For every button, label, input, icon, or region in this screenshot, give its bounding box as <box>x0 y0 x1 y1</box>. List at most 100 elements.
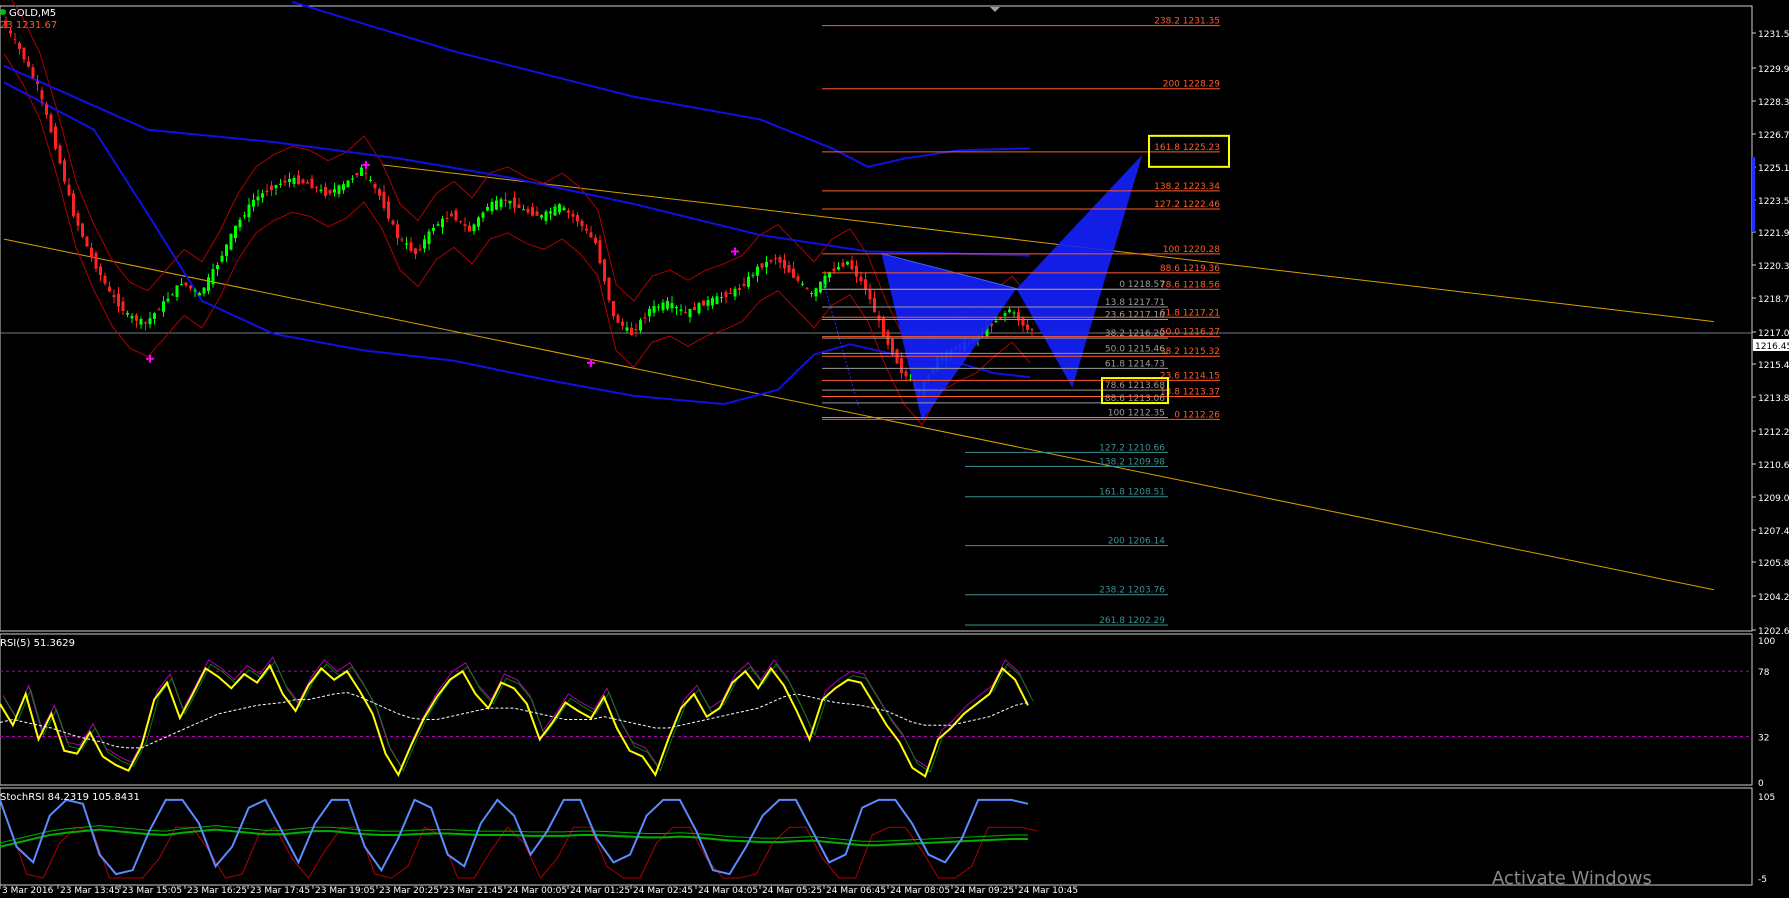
candle-body <box>630 327 633 336</box>
candle-body <box>900 358 903 373</box>
candle-body <box>274 185 278 189</box>
candle-body <box>468 225 471 232</box>
candle-body <box>49 114 53 133</box>
time-tick-label: 24 Mar 08:05 <box>890 886 950 894</box>
candle-body <box>688 308 692 318</box>
rsi-axis-label: 100 <box>1758 637 1775 647</box>
candle-body <box>310 178 314 189</box>
stoch-main-line <box>0 798 1029 876</box>
candle-body <box>1008 309 1011 313</box>
fib-lower-label: 238.2 1203.76 <box>1099 586 1165 596</box>
fib-upper-label: 100 1220.28 <box>1163 245 1221 255</box>
candle-body <box>1012 312 1016 314</box>
candle-body <box>67 184 71 196</box>
candle-body <box>603 259 606 282</box>
candle-body <box>648 308 651 317</box>
candle-body <box>382 191 386 209</box>
candle-body <box>810 293 813 295</box>
price-chart-svg[interactable]: 238.2 1231.35 200 1228.29 161.8 1225.23 138… <box>0 0 1789 896</box>
candle-body <box>409 242 413 251</box>
candle-body <box>90 247 93 258</box>
time-tick-label: 24 Mar 05:25 <box>762 886 822 894</box>
fib-upper-label: 38.2 1215.32 <box>1160 347 1220 357</box>
candle-body <box>738 287 741 290</box>
time-tick-label: 24 Mar 00:05 <box>507 886 567 894</box>
price-tick-label: 1231.5 <box>1758 30 1789 40</box>
price-tick-label: 1202.6 <box>1758 627 1789 637</box>
rsi-shadow-magenta <box>2 656 1032 769</box>
candle-body <box>891 338 894 355</box>
price-tick-label: 1209.0 <box>1758 494 1789 504</box>
candle-body <box>472 224 476 232</box>
rsi-pane-frame <box>0 633 1753 786</box>
candle-body <box>130 315 134 319</box>
time-tick-label: 23 Mar 20:25 <box>379 886 439 894</box>
candle-body <box>229 233 233 250</box>
candle-body <box>58 145 62 164</box>
candle-body <box>702 300 705 306</box>
candle-body <box>432 227 435 231</box>
candle-body <box>783 259 786 269</box>
candle-body <box>355 173 359 176</box>
candle-body <box>643 317 647 319</box>
chart-shift-icon[interactable] <box>990 7 1000 12</box>
candle-body <box>364 172 368 174</box>
fib-lower-label: 100 1212.35 <box>1108 409 1165 419</box>
candle-body <box>171 294 174 296</box>
price-tick-label: 1226.7 <box>1758 131 1789 141</box>
candle-body <box>567 210 570 213</box>
fractal-marker <box>362 160 370 169</box>
candle-body <box>778 257 782 263</box>
candle-body <box>801 283 804 285</box>
fib-upper-label: 61.8 1217.21 <box>1160 308 1220 318</box>
candle-body <box>549 211 552 214</box>
price-axis: 1231.5 1229.9 1228.3 1226.7 1225.1 1223.5 1221… <box>1752 30 1789 885</box>
candle-body <box>760 263 764 268</box>
time-tick-label: 3 Mar 2016 <box>2 886 54 894</box>
candle-body <box>904 371 908 377</box>
candle-body <box>40 90 44 100</box>
candle-body <box>553 206 557 216</box>
candle-body <box>31 67 35 78</box>
candle-body <box>832 268 836 272</box>
candle-body <box>337 185 341 194</box>
fib-upper-label: 127.2 1222.46 <box>1154 200 1220 210</box>
time-tick-label: 24 Mar 02:45 <box>633 886 693 894</box>
price-tick-label: 1220.3 <box>1758 262 1789 272</box>
candle-body <box>234 225 237 239</box>
candle-body <box>868 289 872 300</box>
fib-lower-label: 38.2 1216.20 <box>1105 329 1165 339</box>
candle-body <box>324 186 327 196</box>
price-tick-label: 1223.5 <box>1758 197 1789 207</box>
candle-body <box>400 239 404 241</box>
stoch-pane-frame <box>0 787 1753 886</box>
candle-body <box>864 279 867 290</box>
candle-body <box>427 231 431 244</box>
candle-body <box>279 183 282 185</box>
candle-body <box>211 269 215 285</box>
price-tag-label: 23 1231.67 <box>0 20 57 31</box>
candle-body <box>247 204 251 218</box>
candle-body <box>189 285 192 289</box>
candle-body <box>396 224 399 239</box>
trading-chart[interactable]: 238.2 1231.35 200 1228.29 161.8 1225.23 138… <box>0 0 1789 896</box>
candle-body <box>405 243 408 245</box>
price-tick-label: 1228.3 <box>1758 98 1789 108</box>
stoch-label: StochRSI 84.2319 105.8431 <box>0 792 140 803</box>
candle-body <box>657 306 660 308</box>
candle-body <box>85 236 89 247</box>
candle-body <box>112 295 116 298</box>
candle-body <box>162 301 165 312</box>
candle-body <box>27 61 30 67</box>
candle-body <box>270 185 273 191</box>
time-tick-label: 23 Mar 17:45 <box>250 886 310 894</box>
price-tick-label: 1229.9 <box>1758 65 1789 75</box>
candle-body <box>850 260 854 270</box>
candle-body <box>54 126 57 149</box>
stoch-axis-label: 105 <box>1758 793 1775 803</box>
candle-body <box>837 266 840 270</box>
candle-body <box>184 282 188 286</box>
time-tick-label: 23 Mar 19:05 <box>315 886 375 894</box>
candle-body <box>796 276 800 281</box>
candle-body <box>490 201 494 212</box>
